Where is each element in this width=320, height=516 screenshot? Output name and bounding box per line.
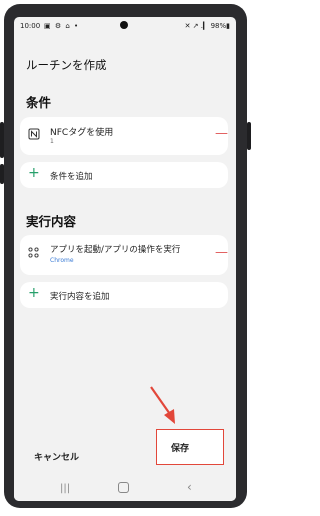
volume-button — [0, 122, 4, 158]
power-button — [247, 122, 251, 150]
screen: 10:00 ▣ ⚙ ⌂ • ✕ ↗ .▎ 98%▮ ルーチンを作成 条件 NFC… — [14, 17, 236, 501]
save-label: 保存 — [171, 444, 190, 454]
home-icon[interactable] — [118, 482, 129, 493]
recent-apps-icon[interactable]: ||| — [60, 483, 70, 494]
side-button — [0, 164, 4, 184]
save-button[interactable]: 保存 — [156, 429, 224, 465]
cancel-button[interactable]: キャンセル — [34, 450, 79, 463]
back-icon[interactable]: ‹ — [187, 480, 192, 494]
navigation-bar: ||| ‹ — [14, 479, 236, 501]
